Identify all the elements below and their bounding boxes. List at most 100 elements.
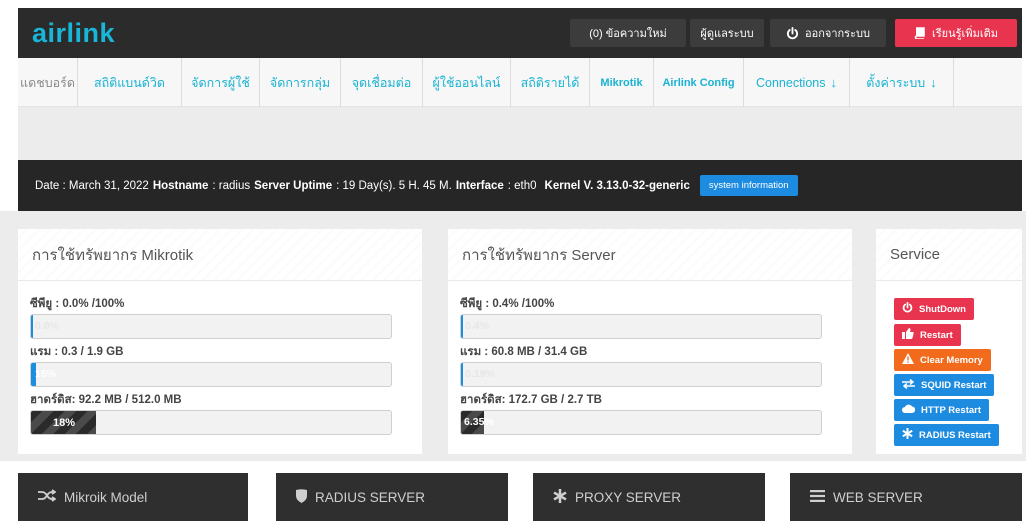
nav-connections[interactable]: Connections ↓ bbox=[744, 58, 850, 107]
asterisk-icon bbox=[553, 488, 567, 506]
messages-button[interactable]: (0) ข้อความใหม่ bbox=[570, 19, 686, 47]
panel-title: การใช้ทรัพยากร Server bbox=[448, 229, 852, 281]
radius-restart-button[interactable]: RADIUS Restart bbox=[894, 424, 999, 446]
nav-settings[interactable]: ตั้งค่าระบบ ↓ bbox=[850, 58, 954, 107]
proxy-server-box[interactable]: PROXY SERVER bbox=[533, 473, 765, 521]
nav-label: สถิติรายได้ bbox=[520, 75, 580, 90]
admin-button[interactable]: ผู้ดูแลระบบ bbox=[690, 19, 764, 47]
asterisk-icon bbox=[902, 428, 913, 442]
cpu-progress-bar: 0.4% bbox=[460, 314, 822, 339]
arrow-down-icon: ↓ bbox=[930, 75, 937, 90]
power-icon bbox=[902, 301, 913, 316]
uptime-label: Server Uptime bbox=[254, 179, 333, 192]
nav-mikrotik[interactable]: Mikrotik bbox=[590, 58, 654, 107]
nav-bandwidth-stats[interactable]: สถิติแบนด์วิด bbox=[78, 58, 182, 107]
ram-progress-bar: 15% bbox=[30, 362, 392, 387]
cpu-bar-fill bbox=[461, 315, 464, 338]
cpu-label: ซีพียู : 0.4% /100% bbox=[460, 298, 555, 310]
nav-income-stats[interactable]: สถิติรายได้ bbox=[511, 58, 590, 107]
panel-title: Service bbox=[876, 229, 1022, 281]
nav-manage-users[interactable]: จัดการผู้ใช้ bbox=[182, 58, 260, 107]
nav-manage-groups[interactable]: จัดการกลุ่ม bbox=[260, 58, 341, 107]
ram-label: แรม : 0.3 / 1.9 GB bbox=[30, 346, 124, 358]
date-value: March 31, 2022 bbox=[68, 179, 149, 192]
interface-value: : eth0 bbox=[507, 179, 537, 192]
disk-label: ฮาดร์ดิส: 172.7 GB / 2.7 TB bbox=[460, 394, 602, 406]
ram-label: แรม : 60.8 MB / 31.4 GB bbox=[460, 346, 588, 358]
nav-label: แดชบอร์ด bbox=[20, 75, 75, 90]
server-resource-panel: การใช้ทรัพยากร Server ซีพียู : 0.4% /100… bbox=[448, 229, 852, 454]
nav-label: ตั้งค่าระบบ bbox=[866, 75, 926, 90]
button-label: HTTP Restart bbox=[921, 404, 982, 416]
shield-icon bbox=[296, 488, 307, 506]
brand-logo[interactable]: airlink bbox=[32, 18, 115, 49]
kernel-version: Kernel V. 3.13.0-32-generic bbox=[544, 179, 690, 192]
uptime-value: : 19 Day(s). 5 H. 45 M. bbox=[336, 179, 452, 192]
messages-label: (0) ข้อความใหม่ bbox=[589, 28, 667, 40]
box-label: Mikroik Model bbox=[64, 489, 148, 505]
disk-progress-bar: 18% bbox=[30, 410, 392, 435]
top-header: airlink (0) ข้อความใหม่ ผู้ดูแลระบบ ออกจ… bbox=[18, 8, 1022, 58]
server-info-bar: Date : March 31, 2022 Hostname: radius S… bbox=[18, 160, 1022, 211]
power-icon bbox=[786, 26, 799, 40]
thumbs-up-icon bbox=[902, 328, 914, 342]
admin-label: ผู้ดูแลระบบ bbox=[700, 28, 754, 40]
ram-bar-fill bbox=[461, 363, 464, 386]
nav-label: จัดการผู้ใช้ bbox=[191, 75, 250, 90]
panel-title: การใช้ทรัพยากร Mikrotik bbox=[18, 229, 422, 281]
button-label: Restart bbox=[920, 329, 953, 341]
mikrotik-model-box[interactable]: Mikroik Model bbox=[18, 473, 248, 521]
learn-more-label: เรียนรู้เพิ่มเติม bbox=[932, 28, 998, 40]
button-label: RADIUS Restart bbox=[919, 429, 991, 441]
nav-label: จัดการกลุ่ม bbox=[269, 75, 331, 90]
system-information-button[interactable]: system information bbox=[699, 175, 798, 196]
ram-progress-bar: 0.19% bbox=[460, 362, 822, 387]
book-icon bbox=[914, 27, 926, 39]
disk-bar-text: 18% bbox=[53, 417, 76, 429]
cpu-bar-text: 0.4% bbox=[465, 320, 489, 332]
list-icon bbox=[810, 489, 825, 505]
nav-label: Airlink Config bbox=[662, 76, 735, 89]
button-label: Clear Memory bbox=[920, 354, 983, 366]
logout-button[interactable]: ออกจากระบบ bbox=[770, 19, 886, 47]
main-nav: แดชบอร์ด สถิติแบนด์วิด จัดการผู้ใช้ จัดก… bbox=[18, 58, 1022, 107]
nav-label: จุดเชื่อมต่อ bbox=[351, 75, 412, 90]
logout-label: ออกจากระบบ bbox=[805, 28, 870, 40]
button-label: ShutDown bbox=[919, 303, 966, 315]
cloud-icon bbox=[902, 404, 916, 416]
nav-label: Connections bbox=[756, 75, 826, 90]
learn-more-button[interactable]: เรียนรู้เพิ่มเติม bbox=[895, 19, 1017, 47]
nav-hotspots[interactable]: จุดเชื่อมต่อ bbox=[341, 58, 423, 107]
cpu-progress-bar: 0.0% bbox=[30, 314, 392, 339]
box-label: RADIUS SERVER bbox=[315, 489, 426, 505]
disk-progress-bar: 6.35% bbox=[460, 410, 822, 435]
web-server-box[interactable]: WEB SERVER bbox=[790, 473, 1022, 521]
cpu-bar-fill bbox=[31, 315, 34, 338]
interface-label: Interface bbox=[455, 179, 504, 192]
ram-bar-text: 15% bbox=[35, 368, 57, 380]
restart-button[interactable]: Restart bbox=[894, 324, 961, 346]
shutdown-button[interactable]: ShutDown bbox=[894, 298, 974, 320]
shuffle-icon bbox=[38, 489, 57, 505]
ram-bar-text: 0.19% bbox=[465, 368, 495, 380]
box-label: WEB SERVER bbox=[833, 489, 923, 505]
clear-memory-button[interactable]: Clear Memory bbox=[894, 349, 991, 371]
radius-server-box[interactable]: RADIUS SERVER bbox=[276, 473, 508, 521]
arrow-down-icon: ↓ bbox=[830, 75, 838, 90]
http-restart-button[interactable]: HTTP Restart bbox=[894, 399, 990, 421]
button-label: SQUID Restart bbox=[921, 379, 987, 391]
nav-label: ผู้ใช้ออนไลน์ bbox=[432, 75, 501, 90]
cpu-bar-text: 0.0% bbox=[35, 320, 59, 332]
mikrotik-resource-panel: การใช้ทรัพยากร Mikrotik ซีพียู : 0.0% /1… bbox=[18, 229, 422, 454]
hostname-label: Hostname bbox=[152, 179, 209, 192]
disk-bar-text: 6.35% bbox=[464, 416, 494, 428]
hostname-value: : radius bbox=[212, 179, 251, 192]
box-label: PROXY SERVER bbox=[575, 489, 682, 505]
squid-restart-button[interactable]: SQUID Restart bbox=[894, 374, 995, 396]
disk-label: ฮาดร์ดิส: 92.2 MB / 512.0 MB bbox=[30, 394, 182, 406]
nav-label: สถิติแบนด์วิด bbox=[93, 75, 166, 90]
spacer bbox=[18, 107, 1022, 160]
nav-online-users[interactable]: ผู้ใช้ออนไลน์ bbox=[423, 58, 511, 107]
nav-dashboard[interactable]: แดชบอร์ด bbox=[18, 58, 78, 107]
nav-airlink-config[interactable]: Airlink Config bbox=[654, 58, 744, 107]
